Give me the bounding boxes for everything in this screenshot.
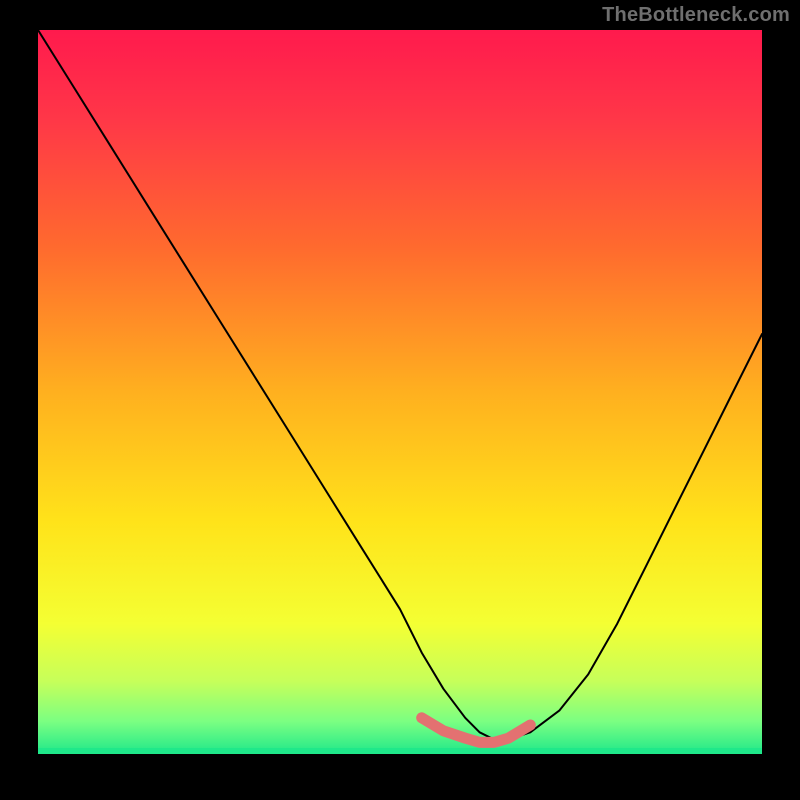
gradient-background	[38, 30, 762, 754]
plot-area	[38, 30, 762, 754]
watermark-text: TheBottleneck.com	[602, 4, 790, 27]
baseline-strip	[38, 748, 762, 754]
chart-frame: TheBottleneck.com	[0, 0, 800, 800]
chart-svg	[38, 30, 762, 754]
